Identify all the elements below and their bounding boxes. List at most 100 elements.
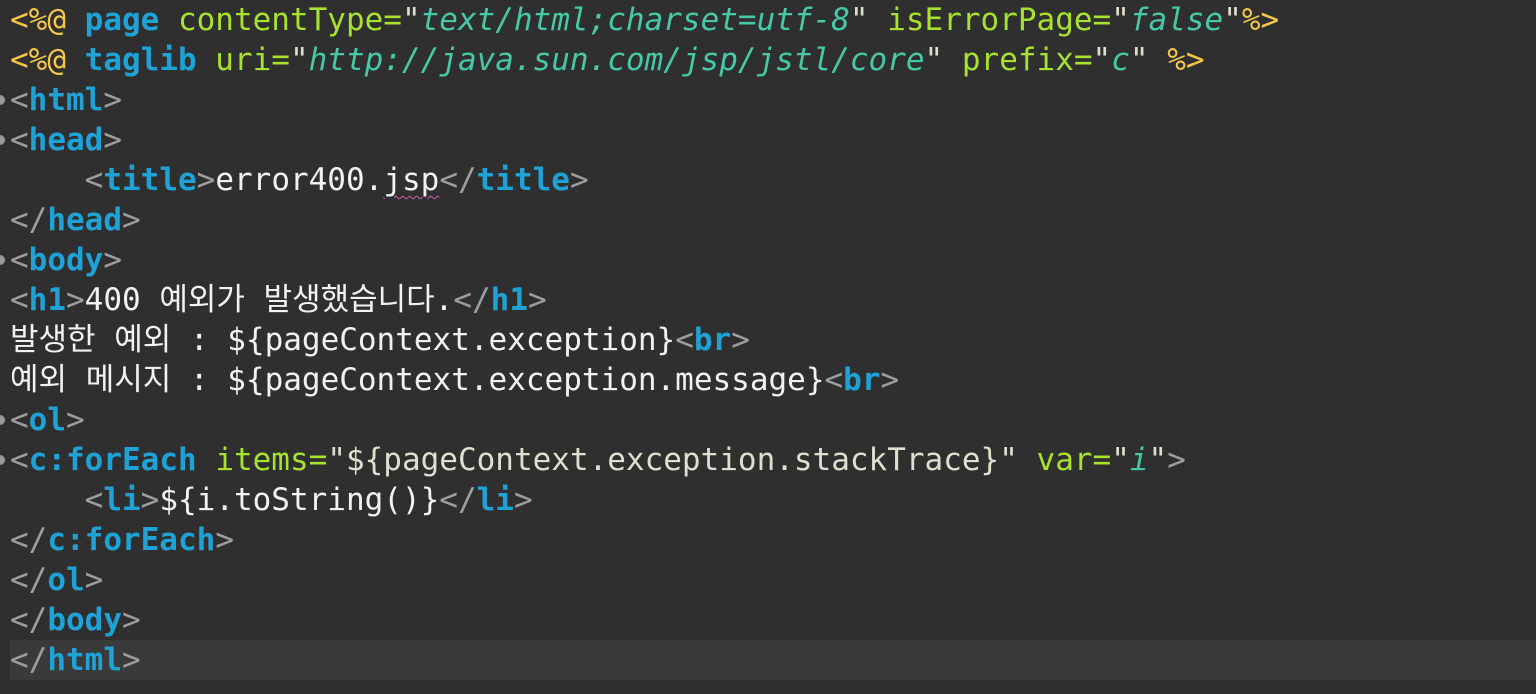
code-token: title <box>103 162 197 198</box>
code-token: items= <box>196 442 328 478</box>
code-token: </ <box>10 642 48 678</box>
code-token: br <box>693 322 732 358</box>
fold-marker-icon[interactable] <box>0 135 5 145</box>
code-token: " <box>1148 442 1168 478</box>
code-token: " <box>289 42 309 78</box>
code-line[interactable]: </html> <box>10 640 1536 680</box>
code-line[interactable]: </c:forEach> <box>10 520 1536 560</box>
code-token: > <box>880 362 900 398</box>
code-line[interactable]: 발생한 예외 : ${pageContext.exception}<br> <box>10 320 1536 360</box>
code-line[interactable]: <li>${i.toString()}</li> <box>10 480 1536 520</box>
code-token: li <box>103 482 141 518</box>
fold-marker-icon[interactable] <box>0 255 5 265</box>
code-token: prefix= <box>943 42 1093 78</box>
code-line[interactable]: 예외 메시지 : ${pageContext.exception.message… <box>10 360 1536 400</box>
code-token: li <box>476 482 514 518</box>
code-token: < <box>824 362 844 398</box>
code-line[interactable]: </head> <box>10 200 1536 240</box>
code-line[interactable]: <ol> <box>10 400 1536 440</box>
code-line[interactable]: <%@ taglib uri="http://java.sun.com/jsp/… <box>10 40 1536 80</box>
fold-marker-icon[interactable] <box>0 415 5 425</box>
code-area[interactable]: <%@ page contentType="text/html;charset=… <box>10 0 1536 680</box>
code-token: </ <box>10 522 48 558</box>
code-token: ol <box>47 562 85 598</box>
code-token: </ <box>439 162 477 198</box>
code-token: <%@ <box>10 42 85 78</box>
code-token: > <box>103 242 122 278</box>
code-token: error400. <box>215 162 384 198</box>
code-line[interactable]: <c:forEach items="${pageContext.exceptio… <box>10 440 1536 480</box>
code-token: " <box>1223 2 1242 38</box>
code-token: < <box>10 242 29 278</box>
code-token: " <box>849 2 869 38</box>
code-token: <%@ <box>10 2 85 38</box>
code-token: "${pageContext.exception.stackTrace}" <box>327 442 1018 478</box>
code-token: </ <box>10 202 48 238</box>
code-token: 400 예외가 발생했습니다. <box>84 282 454 318</box>
code-line[interactable]: </ol> <box>10 560 1536 600</box>
code-token: < <box>10 482 104 518</box>
code-token: < <box>10 282 29 318</box>
fold-marker-icon[interactable] <box>0 95 5 105</box>
code-token: </ <box>453 282 491 318</box>
code-token: h1 <box>490 282 528 318</box>
code-token: h1 <box>28 282 66 318</box>
code-token: < <box>10 162 104 198</box>
code-token: </ <box>10 602 48 638</box>
code-token: %> <box>1148 42 1205 78</box>
code-token: " <box>1129 42 1149 78</box>
code-token: uri= <box>196 42 290 78</box>
code-token: 발생한 예외 : ${pageContext.exception} <box>10 322 676 358</box>
code-token: < <box>10 82 29 118</box>
code-line[interactable]: </body> <box>10 600 1536 640</box>
code-token: jsp <box>383 162 440 198</box>
code-token: > <box>528 282 547 318</box>
code-token: %> <box>1241 2 1280 38</box>
code-token: head <box>28 122 104 158</box>
code-token: > <box>121 202 141 238</box>
code-token: br <box>843 362 881 398</box>
code-token: > <box>731 322 750 358</box>
code-token: > <box>121 642 141 678</box>
code-token: > <box>121 602 141 638</box>
code-token: c:forEach <box>28 442 197 478</box>
code-token: 예외 메시지 : ${pageContext.exception.message… <box>10 362 825 398</box>
code-token: text/html;charset=utf-8 <box>420 2 850 38</box>
code-token: > <box>66 402 85 438</box>
code-token: ${i.toString()} <box>159 482 440 518</box>
code-token: http://java.sun.com/jsp/jstl/core <box>308 42 925 78</box>
code-token: html <box>28 82 104 118</box>
fold-marker-icon[interactable] <box>0 455 5 465</box>
code-token: </ <box>10 562 48 598</box>
fold-gutter <box>0 0 10 694</box>
code-token: title <box>476 162 570 198</box>
code-line[interactable]: <%@ page contentType="text/html;charset=… <box>10 0 1536 40</box>
code-token: > <box>569 162 589 198</box>
code-line[interactable]: <html> <box>10 80 1536 120</box>
code-line[interactable]: <body> <box>10 240 1536 280</box>
code-token: head <box>47 202 122 238</box>
code-token: > <box>66 282 85 318</box>
code-token: c:forEach <box>47 522 216 558</box>
code-token: > <box>215 522 234 558</box>
code-token: var= <box>1017 442 1112 478</box>
code-token: " <box>401 2 421 38</box>
code-token: > <box>103 122 122 158</box>
code-token: isErrorPage= <box>868 2 1112 38</box>
code-token: > <box>103 82 122 118</box>
code-line[interactable]: <head> <box>10 120 1536 160</box>
code-token: > <box>140 482 160 518</box>
code-token: body <box>47 602 122 638</box>
code-token: < <box>10 402 29 438</box>
code-token: " <box>1111 442 1130 478</box>
code-token: ol <box>28 402 66 438</box>
code-token: </ <box>439 482 477 518</box>
code-token: taglib <box>84 42 197 78</box>
code-token: > <box>84 562 104 598</box>
code-token: i <box>1129 442 1149 478</box>
code-token: > <box>196 162 216 198</box>
code-line[interactable]: <h1>400 예외가 발생했습니다.</h1> <box>10 280 1536 320</box>
code-editor[interactable]: <%@ page contentType="text/html;charset=… <box>0 0 1536 694</box>
code-line[interactable]: <title>error400.jsp</title> <box>10 160 1536 200</box>
code-token: < <box>675 322 694 358</box>
